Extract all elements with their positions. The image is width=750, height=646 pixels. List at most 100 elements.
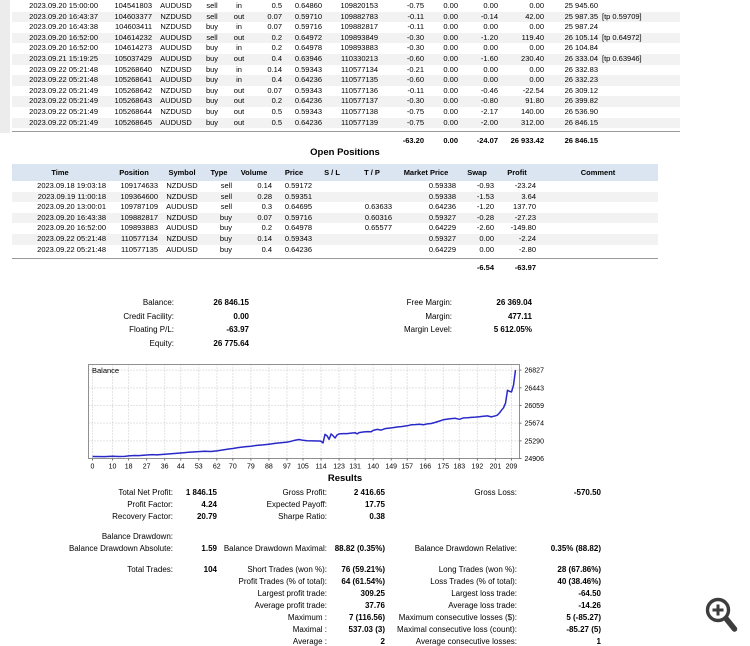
table-cell: -6.54: [476, 263, 494, 273]
summary-value: 5 (-85.27): [566, 613, 601, 622]
summary-label: Average profit trade:: [254, 601, 327, 610]
table-cell: -0.21: [406, 64, 424, 74]
table-cell: buy: [219, 212, 232, 222]
table-cell: buy: [205, 53, 219, 63]
table-cell: 0.00: [443, 96, 458, 106]
summary-row: Average : 2 Average consecutive losses: 1: [0, 636, 604, 646]
table-cell: 0.00: [483, 64, 498, 74]
table-cell: 0.3: [261, 202, 272, 212]
table-cell: 0.59343: [284, 233, 312, 243]
table-cell: 0.00: [443, 11, 458, 21]
open-positions-table: Time Position Symbol Type Volume Price S / L T …: [12, 164, 658, 274]
account-summary: Balance: 26 846.15 Free Margin: 26 369.04 Cr…: [0, 296, 535, 350]
table-cell: out: [233, 53, 245, 63]
summary-label: [388, 499, 520, 511]
table-cell: 109893883: [340, 43, 378, 53]
table-cell: 110577135: [341, 75, 378, 85]
table-cell: 2023.09.19 11:00:18: [37, 191, 106, 201]
table-row: 2023.09.20 16:43:38 104603411 NZDUSD buy in 0…: [12, 22, 680, 33]
table-cell: [100, 135, 154, 147]
svg-text:53: 53: [195, 464, 203, 471]
summary-row: Balance Drawdown Absolute: 1.59 Balance Dr…: [0, 543, 604, 555]
summary-row: Profit Factor: 4.24 Expected Payoff: 17.75: [0, 499, 604, 511]
table-cell: 140.00: [521, 106, 544, 116]
table-cell: out: [233, 32, 245, 42]
table-cell: 2023.09.18 19:03:18: [37, 181, 106, 190]
table-cell: 26 399.82: [564, 96, 598, 106]
summary-value: -570.50: [573, 488, 601, 497]
summary-label: [252, 337, 455, 351]
table-cell: 105268644: [114, 106, 152, 116]
table-cell: AUDUSD: [160, 43, 192, 53]
table-cell: 104614273: [114, 43, 152, 53]
table-cell: 2023.09.22 05:21:49: [29, 106, 98, 116]
table-cell: [160, 262, 204, 274]
summary-value: -14.26: [578, 601, 601, 610]
table-cell: 0.00: [443, 22, 458, 32]
table-cell: out: [233, 11, 245, 21]
summary-label: Floating P/L:: [129, 325, 174, 334]
table-row: 2023.09.21 15:19:25 105037429 AUDUSD buy out…: [12, 53, 680, 65]
table-cell: 0.65577: [364, 223, 392, 233]
summary-value: 0.00: [233, 311, 249, 321]
table-cell: 26 333.04: [564, 53, 598, 63]
summary-value: 40 (38.46%): [557, 577, 601, 586]
table-cell: 104614232: [114, 32, 152, 42]
table-cell: [314, 192, 350, 203]
table-cell: NZDUSD: [166, 212, 198, 222]
table-cell: 0.59327: [428, 212, 456, 222]
table-cell: 0.64229: [428, 223, 456, 233]
table-header-row: Time Position Symbol Type Volume Price S / L T …: [12, 164, 658, 181]
table-cell: 0.4: [271, 75, 282, 85]
table-cell: [314, 202, 350, 213]
table-cell: 0.59716: [294, 22, 322, 32]
table-cell: 0.59716: [284, 212, 312, 222]
table-cell: 119.40: [521, 32, 544, 42]
table-cell: 110577134: [341, 64, 378, 74]
table-cell: 109893849: [340, 32, 378, 42]
svg-text:36: 36: [161, 464, 169, 471]
svg-text:79: 79: [247, 464, 255, 471]
table-cell: 105268642: [114, 85, 152, 95]
table-cell: -63.20: [402, 136, 424, 146]
table-cell: -0.30: [406, 32, 424, 42]
table-cell: AUDUSD: [166, 244, 198, 254]
table-cell: 2023.09.22 05:21:49: [29, 117, 98, 127]
svg-text:192: 192: [472, 464, 484, 471]
summary-label: Maximal :: [292, 625, 327, 634]
table-cell: 2023.09.21 15:19:25: [29, 53, 98, 63]
table-cell: 0.59343: [294, 85, 322, 95]
table-cell: -2.24: [518, 233, 536, 243]
summary-value: -85.27 (5): [566, 625, 601, 634]
table-cell: [252, 135, 284, 147]
table-cell: 2023.09.22 05:21:49: [29, 85, 98, 95]
table-cell: 105268641: [114, 75, 152, 85]
svg-text:24906: 24906: [525, 456, 545, 463]
table-cell: 2023.09.20 16:43:37: [29, 11, 98, 21]
table-cell: -1.20: [480, 32, 498, 42]
table-row: 2023.09.22 05:21:49 105268642 NZDUSD buy out…: [12, 86, 680, 97]
table-cell: -0.75: [406, 1, 424, 10]
table-cell: 0.00: [443, 136, 458, 146]
table-cell: buy: [219, 223, 232, 233]
summary-value: 26 775.64: [213, 338, 249, 348]
table-cell: [324, 135, 380, 147]
summary-value: -64.50: [578, 589, 601, 598]
summary-label: Balance Drawdown Maximal:: [223, 544, 327, 553]
table-cell: [tp 0.59709]: [602, 11, 642, 21]
table-cell: [284, 135, 324, 147]
svg-text:62: 62: [213, 464, 221, 471]
table-row: 2023.09.20 16:43:37 104603377 NZDUSD sell ou…: [12, 11, 680, 23]
table-cell: -0.75: [406, 117, 424, 127]
summary-label: Margin Level:: [403, 325, 452, 334]
table-cell: 25 987.35: [564, 11, 598, 21]
zoom-in-icon[interactable]: [700, 596, 742, 644]
summary-value: 2 416.65: [353, 488, 385, 497]
table-cell: 109893883: [120, 223, 158, 233]
table-cell: buy: [205, 85, 219, 95]
table-cell: [154, 135, 198, 147]
table-row: 2023.09.22 05:21:48 105268641 AUDUSD buy in 0…: [12, 75, 680, 86]
summary-value: 4.24: [201, 500, 217, 509]
table-cell: out: [233, 117, 245, 127]
summary-label: Balance Drawdown:: [101, 532, 173, 541]
